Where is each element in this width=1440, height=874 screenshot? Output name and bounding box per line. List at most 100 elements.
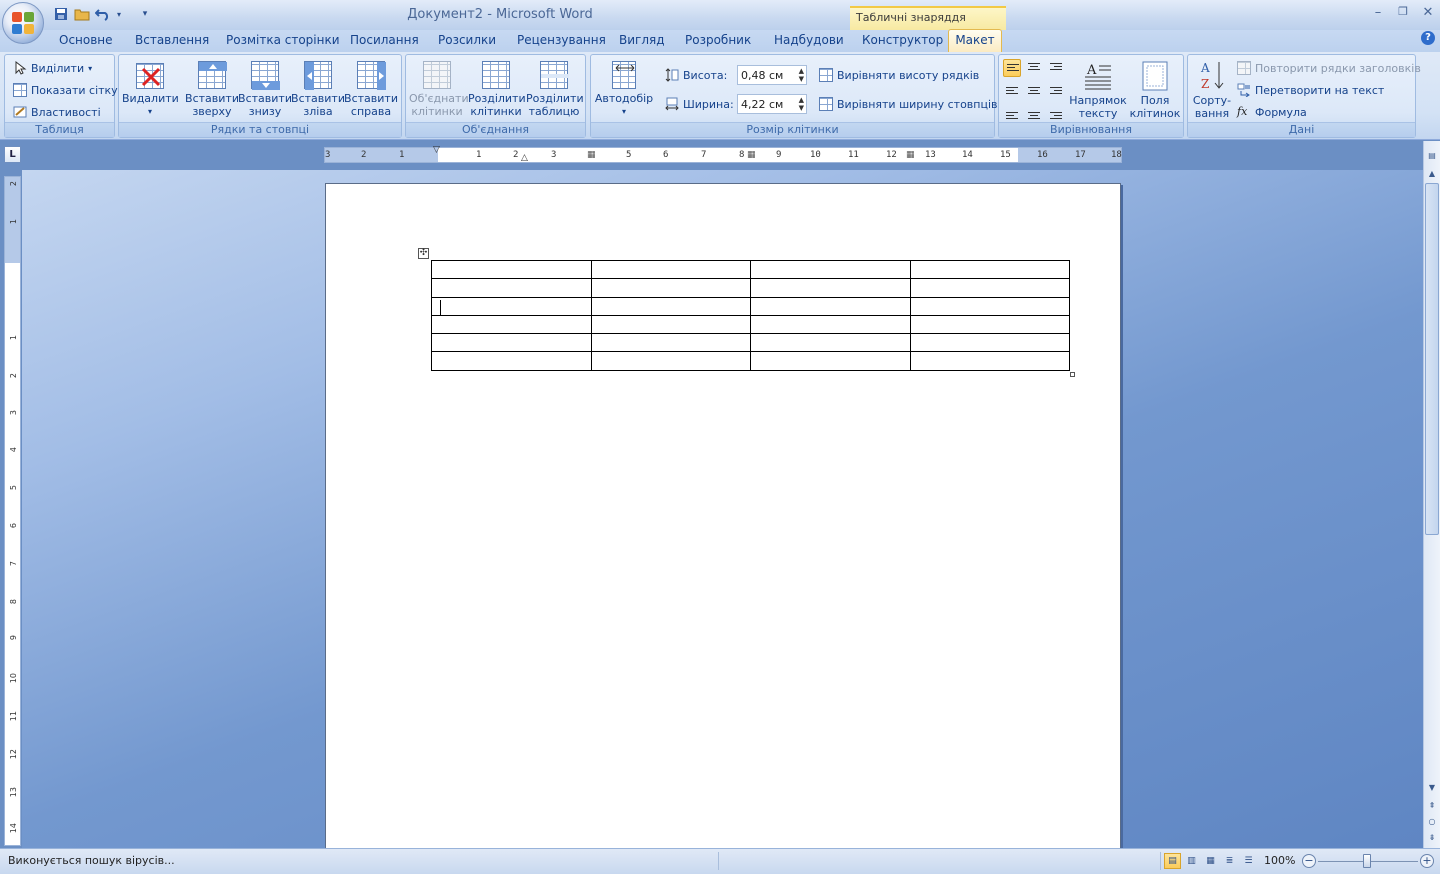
align-middle-center-icon[interactable] bbox=[1025, 81, 1043, 99]
table-cell[interactable] bbox=[590, 314, 751, 335]
repeat-header-rows-button[interactable]: Повторити рядки заголовків bbox=[1237, 59, 1421, 77]
insert-right-button[interactable]: Вставити справа bbox=[343, 59, 399, 121]
split-cells-button[interactable]: Розділити клітинки bbox=[468, 59, 526, 121]
tab-stop-selector[interactable]: L bbox=[4, 146, 21, 163]
tab-mailings[interactable]: Розсилки bbox=[438, 33, 496, 47]
table-cell[interactable] bbox=[909, 259, 1070, 280]
sort-button[interactable]: AZ Сорту- вання bbox=[1188, 59, 1236, 121]
document-page[interactable]: ✣ bbox=[325, 183, 1121, 848]
vertical-scrollbar[interactable]: ▤ ▲ ▼ ⇞ ○ ⇟ bbox=[1423, 141, 1440, 848]
delete-button[interactable]: Видалити ▾ bbox=[122, 59, 179, 121]
align-bottom-right-icon[interactable] bbox=[1047, 103, 1065, 121]
distribute-columns-button[interactable]: Вирівняти ширину стовпців bbox=[819, 95, 998, 113]
table-cell[interactable] bbox=[750, 351, 911, 371]
zoom-out-icon[interactable]: − bbox=[1302, 854, 1316, 868]
previous-page-icon[interactable]: ⇞ bbox=[1425, 799, 1439, 813]
align-bottom-left-icon[interactable] bbox=[1003, 103, 1021, 121]
scroll-up-icon[interactable]: ▲ bbox=[1425, 167, 1439, 181]
insert-below-button[interactable]: Вставити знизу bbox=[237, 59, 293, 121]
vertical-ruler[interactable]: 2 1 1 2 3 4 5 6 7 8 9 10 11 12 13 14 bbox=[4, 176, 21, 846]
align-top-center-icon[interactable] bbox=[1025, 59, 1043, 77]
outline-view-icon[interactable]: ≣ bbox=[1221, 853, 1238, 869]
tab-design[interactable]: Конструктор bbox=[862, 33, 943, 47]
tab-review[interactable]: Рецензування bbox=[517, 33, 606, 47]
zoom-level[interactable]: 100% bbox=[1264, 854, 1295, 867]
cell-margins-button[interactable]: Поля клітинок bbox=[1127, 59, 1183, 121]
tab-insert[interactable]: Вставлення bbox=[135, 33, 209, 47]
zoom-in-icon[interactable]: + bbox=[1420, 854, 1434, 868]
table-resize-handle-icon[interactable] bbox=[1070, 372, 1075, 377]
column-marker-icon[interactable]: ▦ bbox=[906, 150, 915, 160]
convert-to-text-button[interactable]: Перетворити на текст bbox=[1237, 81, 1384, 99]
next-page-icon[interactable]: ⇟ bbox=[1425, 831, 1439, 845]
minimize-icon[interactable]: – bbox=[1368, 5, 1388, 20]
ruler-toggle-icon[interactable]: ▤ bbox=[1425, 149, 1439, 163]
browse-object-icon[interactable]: ○ bbox=[1425, 815, 1439, 829]
select-button[interactable]: Виділити ▾ bbox=[13, 59, 92, 77]
insert-above-button[interactable]: Вставити зверху bbox=[184, 59, 240, 121]
column-marker-icon[interactable]: ▦ bbox=[747, 150, 756, 160]
tab-page-layout[interactable]: Розмітка сторінки bbox=[226, 33, 340, 47]
restore-icon[interactable]: ❐ bbox=[1393, 5, 1413, 18]
table-cell[interactable] bbox=[431, 351, 592, 371]
text-direction-button[interactable]: A Напрямок тексту bbox=[1069, 59, 1127, 121]
align-top-right-icon[interactable] bbox=[1047, 59, 1065, 77]
tab-addins[interactable]: Надбудови bbox=[774, 33, 844, 47]
draft-view-icon[interactable]: ☰ bbox=[1240, 853, 1257, 869]
table-cell[interactable] bbox=[909, 296, 1070, 316]
table-cell[interactable] bbox=[431, 278, 592, 298]
table-cell[interactable] bbox=[431, 314, 592, 335]
split-table-button[interactable]: Розділити таблицю bbox=[526, 59, 584, 121]
merge-cells-button[interactable]: Об'єднати клітинки bbox=[409, 59, 469, 121]
scrollbar-thumb[interactable] bbox=[1425, 183, 1439, 535]
tab-view[interactable]: Вигляд bbox=[619, 33, 665, 47]
formula-button[interactable]: fx Формула bbox=[1237, 103, 1307, 121]
autofit-button[interactable]: Автодобір ▾ bbox=[594, 59, 654, 121]
column-marker-icon[interactable]: ▦ bbox=[587, 150, 596, 160]
properties-button[interactable]: Властивості bbox=[13, 103, 101, 121]
scroll-down-icon[interactable]: ▼ bbox=[1425, 781, 1439, 795]
help-icon[interactable]: ? bbox=[1421, 31, 1435, 45]
insert-left-button[interactable]: Вставити зліва bbox=[290, 59, 346, 121]
show-gridlines-button[interactable]: Показати сітку bbox=[13, 81, 118, 99]
table-cell[interactable] bbox=[909, 351, 1070, 371]
align-middle-right-icon[interactable] bbox=[1047, 81, 1065, 99]
table-cell[interactable] bbox=[590, 259, 751, 280]
tab-references[interactable]: Посилання bbox=[350, 33, 419, 47]
web-layout-view-icon[interactable]: ▦ bbox=[1202, 853, 1219, 869]
spin-arrows-icon[interactable]: ▲ ▼ bbox=[799, 96, 804, 112]
column-width-input[interactable]: 4,22 см ▲ ▼ bbox=[737, 94, 807, 114]
align-middle-left-icon[interactable] bbox=[1003, 81, 1021, 99]
first-line-indent-marker-icon[interactable]: ▽ bbox=[433, 145, 440, 155]
table-cell[interactable] bbox=[750, 259, 911, 280]
table-cell[interactable] bbox=[590, 351, 751, 371]
table-move-handle-icon[interactable]: ✣ bbox=[418, 248, 429, 259]
table-cell[interactable] bbox=[909, 333, 1070, 353]
align-bottom-center-icon[interactable] bbox=[1025, 103, 1043, 121]
hanging-indent-marker-icon[interactable]: △ bbox=[521, 153, 528, 163]
spin-arrows-icon[interactable]: ▲ ▼ bbox=[799, 67, 804, 83]
table-cell[interactable] bbox=[431, 296, 592, 316]
table-cell[interactable] bbox=[909, 314, 1070, 335]
align-top-left-icon[interactable] bbox=[1003, 59, 1021, 77]
document-table[interactable] bbox=[431, 259, 1070, 371]
table-cell[interactable] bbox=[590, 296, 751, 316]
table-cell[interactable] bbox=[750, 278, 911, 298]
row-height-input[interactable]: 0,48 см ▲ ▼ bbox=[737, 65, 807, 85]
horizontal-ruler[interactable]: 3 2 1 ▽ 1 2 △ 3 ▦ 5 6 7 8 ▦ 9 10 11 12 ▦… bbox=[324, 145, 1122, 163]
table-cell[interactable] bbox=[750, 314, 911, 335]
table-cell[interactable] bbox=[750, 333, 911, 353]
full-screen-reading-view-icon[interactable]: ▥ bbox=[1183, 853, 1200, 869]
table-cell[interactable] bbox=[431, 333, 592, 353]
table-cell[interactable] bbox=[750, 296, 911, 316]
print-layout-view-icon[interactable]: ▤ bbox=[1164, 853, 1181, 869]
tab-home[interactable]: Основне bbox=[59, 33, 113, 47]
table-cell[interactable] bbox=[590, 278, 751, 298]
zoom-slider-thumb[interactable] bbox=[1363, 854, 1371, 868]
table-cell[interactable] bbox=[590, 333, 751, 353]
table-cell[interactable] bbox=[431, 259, 592, 280]
office-button[interactable] bbox=[2, 2, 44, 44]
tab-developer[interactable]: Розробник bbox=[685, 33, 751, 47]
distribute-rows-button[interactable]: Вирівняти висоту рядків bbox=[819, 66, 979, 84]
close-icon[interactable]: ✕ bbox=[1418, 5, 1438, 20]
